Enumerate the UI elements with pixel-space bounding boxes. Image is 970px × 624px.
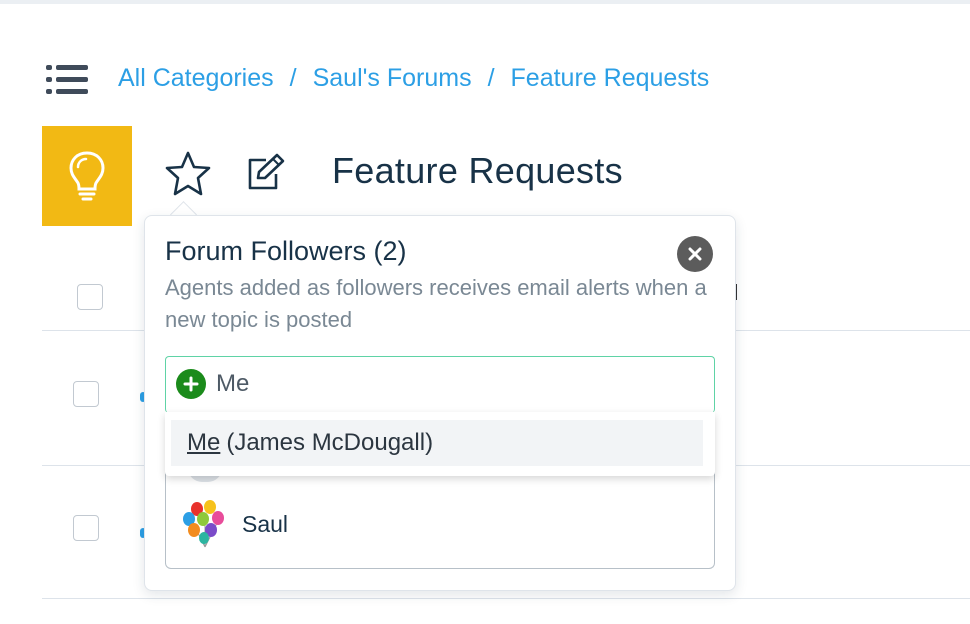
breadcrumb-feature-requests[interactable]: Feature Requests (511, 64, 710, 93)
plus-icon (176, 369, 206, 399)
row-checkbox[interactable] (73, 515, 99, 541)
suggestion-dropdown: Me (James McDougall) (165, 412, 715, 476)
suggestion-item[interactable]: Me (James McDougall) (171, 420, 703, 466)
edit-icon (248, 153, 285, 190)
row-checkbox[interactable] (73, 381, 99, 407)
follower-search-input[interactable] (216, 367, 696, 401)
breadcrumb-all-categories[interactable]: All Categories (118, 64, 274, 93)
menu-dot (46, 89, 52, 94)
edit-forum-button[interactable] (244, 152, 288, 192)
page-title: Feature Requests (332, 150, 623, 191)
star-icon (165, 151, 211, 196)
menu-bar (56, 65, 88, 70)
menu-list-icon[interactable] (44, 62, 90, 98)
follower-name: Saul (242, 510, 289, 537)
suggestion-match: Me (187, 429, 221, 456)
follow-star-button[interactable] (164, 150, 212, 198)
breadcrumb: All Categories / Saul's Forums / Feature… (118, 62, 709, 94)
close-icon (688, 247, 702, 261)
menu-dot (46, 77, 52, 82)
menu-dot (46, 65, 52, 70)
breadcrumb-separator: / (487, 63, 495, 92)
select-all-checkbox[interactable] (77, 284, 103, 310)
lightbulb-icon (69, 151, 105, 201)
top-border (0, 0, 970, 4)
breadcrumb-separator: / (289, 63, 297, 92)
forum-followers-popover: Forum Followers (2) Agents added as foll… (144, 215, 736, 591)
close-popover-button[interactable] (677, 236, 713, 272)
breadcrumb-sauls-forums[interactable]: Saul's Forums (313, 64, 472, 93)
menu-bar (56, 89, 88, 94)
balloons-avatar (183, 500, 224, 548)
follower-item[interactable]: Saul (180, 496, 288, 552)
add-follower-search (165, 356, 715, 413)
suggestion-full-name: (James McDougall) (226, 429, 434, 456)
menu-bar (56, 77, 88, 82)
popover-title: Forum Followers (2) (165, 236, 407, 266)
table-divider (42, 598, 970, 599)
forum-icon-tile (42, 126, 132, 226)
popover-description: Agents added as followers receives email… (165, 275, 707, 332)
